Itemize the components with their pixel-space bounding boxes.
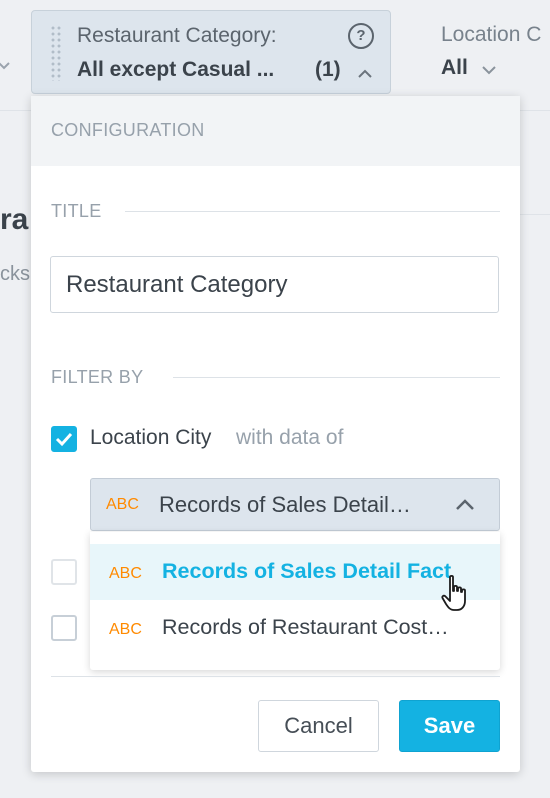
dataset-option[interactable]: ABC Records of Sales Detail Fact: [90, 544, 500, 600]
chevron-down-icon[interactable]: [0, 58, 12, 72]
filter-label: Restaurant Category:: [77, 24, 277, 47]
configuration-panel: CONFIGURATION TITLE FILTER BY Location C…: [31, 96, 520, 772]
background-text: cks: [0, 263, 30, 285]
filter-item-suffix: with data of: [236, 426, 344, 449]
title-section-label: TITLE: [51, 201, 102, 221]
panel-header-title: CONFIGURATION: [51, 120, 205, 140]
attribute-type-tag: ABC: [109, 565, 142, 582]
help-icon[interactable]: ?: [348, 23, 374, 49]
chevron-down-icon[interactable]: [482, 62, 496, 80]
filter-bar: Restaurant Category: ? All except Casual…: [0, 0, 550, 111]
dataset-option[interactable]: ABC Records of Restaurant Cost…: [90, 600, 500, 656]
filter-by-section-label: FILTER BY: [51, 367, 144, 387]
chevron-up-icon: [358, 65, 372, 83]
dataset-select-value: Records of Sales Detail…: [159, 492, 411, 517]
dataset-select[interactable]: ABC Records of Sales Detail…: [90, 478, 500, 531]
title-input[interactable]: [50, 256, 499, 313]
cancel-button[interactable]: Cancel: [258, 700, 379, 752]
dataset-option-label: Records of Restaurant Cost…: [162, 615, 449, 639]
filter-count: (1): [315, 58, 341, 81]
checkmark-icon: [55, 432, 73, 447]
filter-item-label[interactable]: Location City: [90, 426, 211, 450]
filter-checkbox[interactable]: [51, 559, 77, 585]
dataset-option-label: Records of Sales Detail Fact: [162, 559, 452, 583]
save-button[interactable]: Save: [399, 700, 500, 752]
background-heading: ra: [0, 203, 29, 236]
panel-header: CONFIGURATION: [31, 96, 520, 166]
divider: [173, 377, 500, 378]
filter-checkbox[interactable]: [51, 615, 77, 641]
attribute-type-tag: ABC: [106, 496, 139, 513]
divider: [520, 214, 550, 215]
divider: [125, 211, 500, 212]
location-city-checkbox[interactable]: [51, 426, 77, 452]
location-filter-value[interactable]: All: [441, 56, 468, 80]
location-filter-label[interactable]: Location C: [441, 23, 541, 47]
divider: [51, 676, 500, 677]
attribute-type-tag: ABC: [109, 621, 142, 638]
dataset-dropdown: ABC Records of Sales Detail Fact ABC Rec…: [90, 532, 500, 670]
chevron-up-icon: [456, 497, 474, 515]
hand-cursor-icon: [441, 574, 466, 611]
filter-value: All except Casual ...: [77, 58, 275, 81]
restaurant-category-filter-button[interactable]: Restaurant Category: ? All except Casual…: [31, 10, 391, 94]
drag-handle-icon[interactable]: [50, 25, 62, 81]
